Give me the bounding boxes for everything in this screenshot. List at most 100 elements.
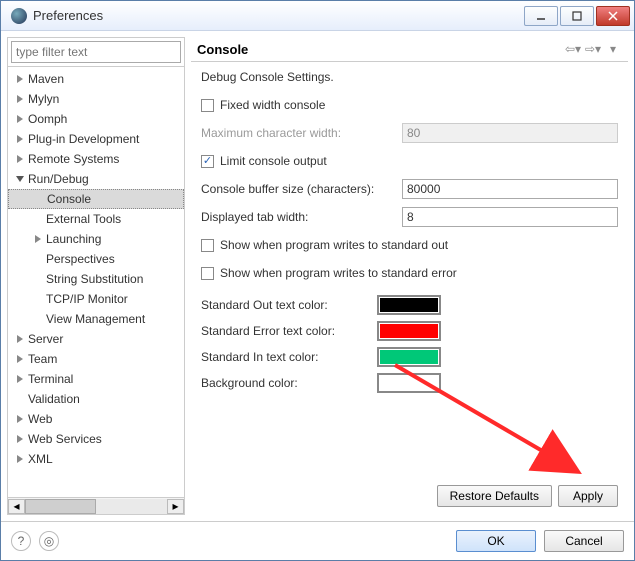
color-swatch[interactable]	[377, 347, 441, 367]
tab-width-label: Displayed tab width:	[201, 210, 396, 224]
color-label: Standard In text color:	[201, 350, 371, 364]
tree-item-run-debug[interactable]: Run/Debug	[8, 169, 184, 189]
tree-item-plug-in-development[interactable]: Plug-in Development	[8, 129, 184, 149]
tree-label: Oomph	[26, 112, 67, 126]
show-stderr-checkbox[interactable]	[201, 267, 214, 280]
color-label: Standard Error text color:	[201, 324, 371, 338]
tree-label: TCP/IP Monitor	[44, 292, 128, 306]
color-label: Background color:	[201, 376, 371, 390]
scroll-right-button[interactable]: ▸	[167, 499, 184, 514]
filter-input[interactable]	[16, 45, 176, 59]
window-title: Preferences	[33, 8, 524, 23]
chevron-right-icon[interactable]	[14, 73, 26, 85]
chevron-right-icon[interactable]	[14, 153, 26, 165]
blank-icon	[32, 313, 44, 325]
tree-label: Plug-in Development	[26, 132, 139, 146]
preferences-tree[interactable]: Maven Mylyn Oomph Plug-in Development Remote…	[8, 66, 184, 497]
tree-item-server[interactable]: Server	[8, 329, 184, 349]
limit-output-checkbox[interactable]	[201, 155, 214, 168]
apply-button[interactable]: Apply	[558, 485, 618, 507]
chevron-right-icon[interactable]	[14, 373, 26, 385]
color-label: Standard Out text color:	[201, 298, 371, 312]
tree-item-terminal[interactable]: Terminal	[8, 369, 184, 389]
page-description: Debug Console Settings.	[201, 70, 618, 84]
tab-width-input[interactable]	[402, 207, 618, 227]
buffer-size-input[interactable]	[402, 179, 618, 199]
h-scrollbar[interactable]: ◂ ▸	[8, 497, 184, 514]
chevron-right-icon[interactable]	[14, 333, 26, 345]
tree-label: Web Services	[26, 432, 102, 446]
tree-item-remote-systems[interactable]: Remote Systems	[8, 149, 184, 169]
blank-icon	[32, 253, 44, 265]
max-char-label: Maximum character width:	[201, 126, 396, 140]
sidebar: Maven Mylyn Oomph Plug-in Development Remote…	[7, 37, 185, 515]
tree-label: Launching	[44, 232, 101, 246]
chevron-right-icon[interactable]	[14, 133, 26, 145]
tree-label: View Management	[44, 312, 145, 326]
blank-icon	[32, 273, 44, 285]
chevron-right-icon[interactable]	[14, 413, 26, 425]
tree-label: Terminal	[26, 372, 73, 386]
tree-item-console[interactable]: Console	[8, 189, 184, 209]
tree-label: Mylyn	[26, 92, 59, 106]
close-button[interactable]	[596, 6, 630, 26]
color-swatch[interactable]	[377, 373, 441, 393]
filter-box[interactable]	[11, 41, 181, 63]
back-icon[interactable]: ⇦▾	[564, 41, 582, 57]
tree-item-web-services[interactable]: Web Services	[8, 429, 184, 449]
import-export-icon[interactable]: ◎	[39, 531, 59, 551]
limit-output-label: Limit console output	[220, 154, 327, 168]
app-icon	[11, 8, 27, 24]
chevron-right-icon[interactable]	[14, 93, 26, 105]
chevron-right-icon[interactable]	[14, 113, 26, 125]
preferences-window: Preferences Maven Mylyn Oomph Plug-in Devel…	[0, 0, 635, 561]
tree-label: Maven	[26, 72, 64, 86]
titlebar: Preferences	[1, 1, 634, 31]
tree-item-view-management[interactable]: View Management	[8, 309, 184, 329]
tree-item-perspectives[interactable]: Perspectives	[8, 249, 184, 269]
buffer-size-label: Console buffer size (characters):	[201, 182, 396, 196]
fixed-width-checkbox[interactable]	[201, 99, 214, 112]
bottom-bar: ? ◎ OK Cancel	[1, 521, 634, 560]
help-icon[interactable]: ?	[11, 531, 31, 551]
tree-label: Perspectives	[44, 252, 115, 266]
color-swatch[interactable]	[377, 321, 441, 341]
restore-defaults-button[interactable]: Restore Defaults	[437, 485, 552, 507]
scroll-left-button[interactable]: ◂	[8, 499, 25, 514]
tree-item-oomph[interactable]: Oomph	[8, 109, 184, 129]
scroll-thumb[interactable]	[25, 499, 96, 514]
tree-item-string-substitution[interactable]: String Substitution	[8, 269, 184, 289]
forward-icon[interactable]: ⇨▾	[584, 41, 602, 57]
fixed-width-label: Fixed width console	[220, 98, 325, 112]
show-stdout-label: Show when program writes to standard out	[220, 238, 448, 252]
tree-label: Console	[45, 192, 91, 206]
tree-item-team[interactable]: Team	[8, 349, 184, 369]
tree-item-launching[interactable]: Launching	[8, 229, 184, 249]
chevron-right-icon[interactable]	[14, 453, 26, 465]
blank-icon	[32, 293, 44, 305]
ok-button[interactable]: OK	[456, 530, 536, 552]
tree-item-external-tools[interactable]: External Tools	[8, 209, 184, 229]
page-title: Console	[197, 42, 562, 57]
maximize-button[interactable]	[560, 6, 594, 26]
max-char-input	[402, 123, 618, 143]
minimize-button[interactable]	[524, 6, 558, 26]
tree-item-validation[interactable]: Validation	[8, 389, 184, 409]
tree-label: Run/Debug	[26, 172, 89, 186]
chevron-right-icon[interactable]	[14, 433, 26, 445]
tree-item-mylyn[interactable]: Mylyn	[8, 89, 184, 109]
tree-item-web[interactable]: Web	[8, 409, 184, 429]
show-stdout-checkbox[interactable]	[201, 239, 214, 252]
chevron-right-icon[interactable]	[14, 353, 26, 365]
chevron-down-icon[interactable]	[14, 173, 26, 185]
tree-item-maven[interactable]: Maven	[8, 69, 184, 89]
menu-icon[interactable]: ▾	[604, 41, 622, 57]
chevron-right-icon[interactable]	[32, 233, 44, 245]
blank-icon	[32, 213, 44, 225]
tree-item-tcp-ip-monitor[interactable]: TCP/IP Monitor	[8, 289, 184, 309]
color-swatch[interactable]	[377, 295, 441, 315]
tree-item-xml[interactable]: XML	[8, 449, 184, 469]
cancel-button[interactable]: Cancel	[544, 530, 624, 552]
tree-label: External Tools	[44, 212, 121, 226]
tree-label: String Substitution	[44, 272, 143, 286]
